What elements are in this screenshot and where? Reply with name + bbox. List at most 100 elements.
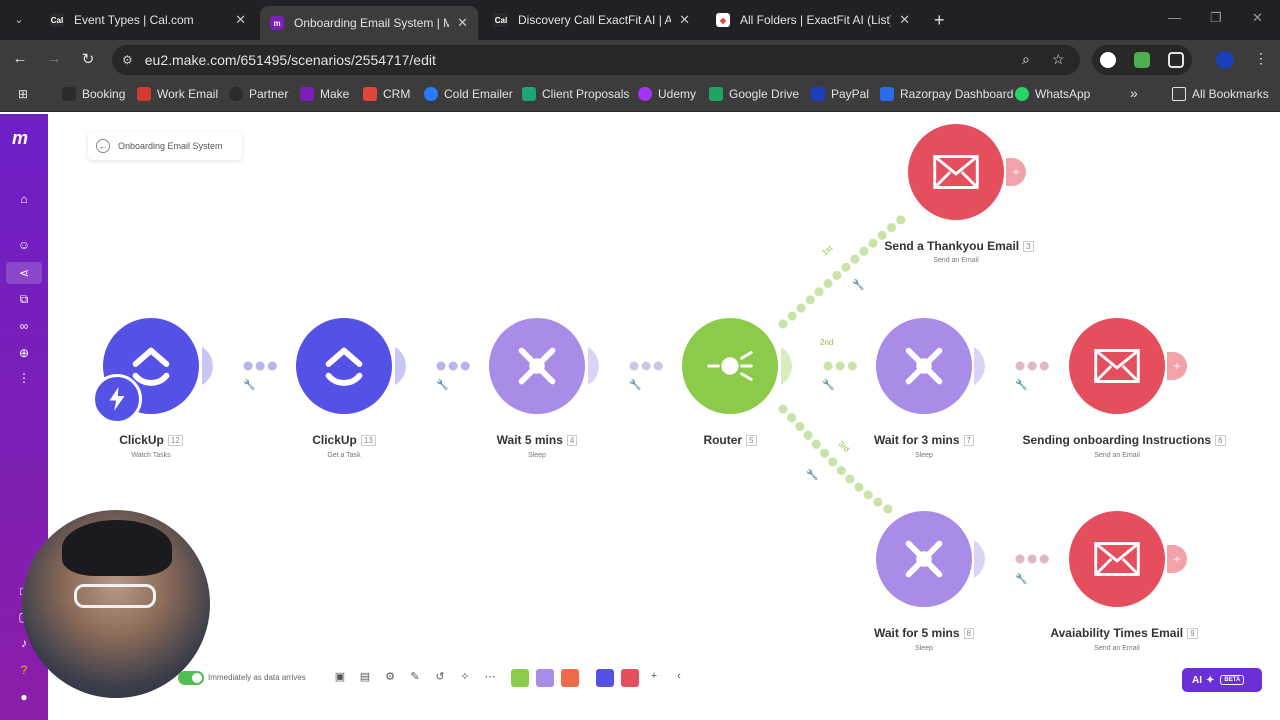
undo-icon[interactable]: ↺ [432,670,448,686]
bookmark-razorpay[interactable]: Razorpay Dashboard [880,87,1013,101]
close-tab-icon[interactable]: ✕ [457,15,468,31]
new-tab-button[interactable]: + [934,10,945,31]
filter-wrench-icon[interactable]: 🔧 [852,280,864,291]
settings-icon[interactable]: ⚙ [382,670,398,686]
text-parser-icon[interactable] [561,669,579,687]
tab-discovery-call[interactable]: Cal Discovery Call ExactFit AI | Aksh ✕ [484,6,700,34]
more-options-icon[interactable]: ⋯ [482,670,498,686]
bookmark-google-drive[interactable]: Google Drive [709,87,799,101]
filter-wrench-icon[interactable]: 🔧 [243,380,255,391]
module-wait-for-5-mins[interactable] [876,511,972,607]
make-logo-icon[interactable]: m [12,128,28,149]
trigger-bolt-icon[interactable] [92,374,142,424]
bookmark-make[interactable]: Make [300,87,349,101]
module-label: Avaiability Times Email 9 [1032,626,1216,640]
bookmark-work-email[interactable]: Work Email [137,87,218,101]
team-icon[interactable]: ☺ [17,238,31,252]
filter-wrench-icon[interactable]: 🔧 [629,380,641,391]
profile-avatar[interactable] [1216,51,1234,69]
module-label: ClickUp 12 [101,433,201,447]
close-tab-icon[interactable]: ✕ [899,12,910,28]
user-icon[interactable]: ● [17,690,31,704]
tools-flow-icon[interactable] [511,669,529,687]
tab-calcom[interactable]: Cal Event Types | Cal.com ✕ [40,6,256,34]
bookmark-client-proposals[interactable]: Client Proposals [522,87,629,101]
bookmark-booking[interactable]: Booking [62,87,125,101]
connections-icon[interactable]: ∞ [17,319,31,333]
more-icon[interactable]: ⋮ [17,371,31,385]
bookmark-star-icon[interactable]: ☆ [1052,51,1065,68]
envelope-icon [1094,349,1140,383]
bookmark-partner[interactable]: Partner [229,87,288,101]
bookmark-paypal[interactable]: PayPal [811,87,869,101]
tools-icon [905,540,943,578]
module-availability-times-email[interactable] [1069,511,1165,607]
address-bar[interactable]: ⚙ eu2.make.com/651495/scenarios/2554717/… [112,45,1080,75]
tools-icon[interactable] [536,669,554,687]
bookmark-whatsapp[interactable]: WhatsApp [1015,87,1090,101]
filter-wrench-icon[interactable]: 🔧 [822,380,834,391]
close-window-icon[interactable]: ✕ [1252,10,1263,26]
browser-menu-icon[interactable]: ⋮ [1254,50,1268,67]
bookmark-udemy[interactable]: Udemy [638,87,696,101]
module-onboarding-instructions[interactable] [1069,318,1165,414]
clickup-favorite-icon[interactable] [596,669,614,687]
filter-wrench-icon[interactable]: 🔧 [1015,574,1027,585]
module-wait-5-mins[interactable] [489,318,585,414]
beta-badge: BETA [1220,675,1245,685]
tab-search-button[interactable]: ⌄ [8,8,30,30]
scenarios-icon[interactable]: ⋖ [6,262,42,284]
make-icon: m [270,16,284,30]
site-info-icon[interactable]: ⚙ [122,53,133,67]
restore-icon[interactable]: ❐ [1210,10,1222,26]
add-favorite-icon[interactable]: + [646,670,662,686]
filter-wrench-icon[interactable]: 🔧 [436,380,448,391]
email-favorite-icon[interactable] [621,669,639,687]
razorpay-icon [880,87,894,101]
tools-icon [905,347,943,385]
module-router[interactable] [682,318,778,414]
apps-grid-icon[interactable]: ⊞ [18,87,28,101]
tab-title: Event Types | Cal.com [74,13,194,27]
module-label: Send a Thankyou Email 3 [874,239,1044,253]
all-bookmarks-button[interactable]: All Bookmarks [1172,87,1269,101]
filter-wrench-icon[interactable]: 🔧 [806,470,818,481]
schedule-toggle[interactable] [178,671,204,685]
schedule-label[interactable]: Immediately as data arrives [208,673,306,682]
filter-wrench-icon[interactable]: 🔧 [1015,380,1027,391]
close-tab-icon[interactable]: ✕ [235,12,246,28]
envelope-icon [1094,542,1140,576]
bookmark-crm[interactable]: CRM [363,87,410,101]
whatsapp-icon [1015,87,1029,101]
auto-align-icon[interactable]: ✧ [457,670,473,686]
close-tab-icon[interactable]: ✕ [679,12,690,28]
reload-icon[interactable]: ↻ [78,50,98,68]
forward-icon[interactable]: → [44,50,64,67]
help-icon[interactable]: ? [17,663,31,677]
url-text[interactable]: eu2.make.com/651495/scenarios/2554717/ed… [145,52,436,68]
minimize-icon[interactable]: — [1168,10,1181,25]
save-icon[interactable]: ▣ [332,670,348,686]
webhooks-icon[interactable]: ⊕ [17,346,31,360]
zoom-icon[interactable]: ⌕ [1022,51,1030,68]
tab-clickup[interactable]: ◆ All Folders | ExactFit AI (List) ✕ [706,6,920,34]
edit-notes-icon[interactable]: ✎ [407,670,423,686]
green-extension-icon[interactable] [1134,52,1150,68]
back-icon[interactable]: ← [10,50,30,67]
collapse-toolbar-icon[interactable]: ‹ [671,670,687,686]
bookmark-cold-emailer[interactable]: Cold Emailer [424,87,513,101]
clickup-icon [325,347,363,386]
module-send-thankyou-email[interactable] [908,124,1004,220]
module-wait-3-mins[interactable] [876,318,972,414]
module-clickup-get[interactable] [296,318,392,414]
extensions-puzzle-icon[interactable] [1168,52,1184,68]
notes-icon[interactable]: ▤ [357,670,373,686]
ai-assistant-button[interactable]: AI ✦ BETA [1182,668,1262,692]
more-bookmarks-button[interactable]: » [1130,85,1138,101]
tab-make-active[interactable]: m Onboarding Email System | Mal ✕ [260,6,478,40]
templates-icon[interactable]: ⧉ [17,292,31,307]
ghost-extension-icon[interactable] [1100,52,1116,68]
scenario-canvas[interactable]: ← Onboarding Email System 1st 2nd 3rd 🔧 … [48,114,1280,720]
home-icon[interactable]: ⌂ [17,192,31,206]
work-email-icon [137,87,151,101]
